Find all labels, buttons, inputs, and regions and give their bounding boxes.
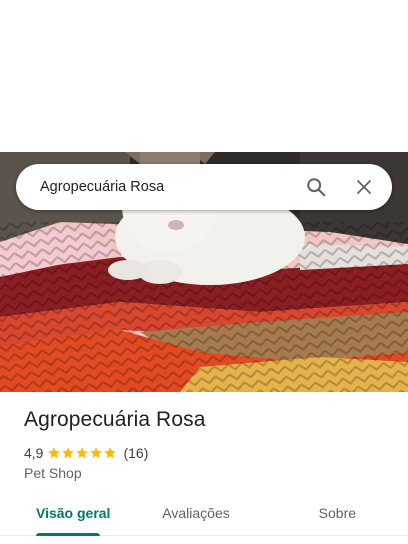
clear-search-button[interactable] [342, 165, 386, 209]
tab-overview[interactable]: Visão geral [0, 490, 143, 536]
rating-row[interactable]: 4,9 (16) [24, 444, 148, 462]
review-count: (16) [123, 445, 149, 461]
close-icon [357, 180, 371, 194]
star-icon [48, 447, 61, 459]
star-rating [47, 446, 117, 460]
place-tabs: Visão geral Avaliações Sobre [0, 490, 408, 536]
star-icon [76, 447, 89, 459]
search-input[interactable] [40, 179, 294, 195]
rating-value: 4,9 [24, 445, 44, 461]
star-icon [104, 447, 117, 459]
search-button[interactable] [294, 165, 338, 209]
place-name: Agropecuária Rosa [24, 408, 206, 431]
place-category[interactable]: Pet Shop [24, 465, 82, 481]
tab-reviews-label: Avaliações [162, 504, 230, 521]
map-blank-area [0, 0, 408, 152]
active-tab-indicator [36, 533, 100, 536]
tab-overview-label: Visão geral [36, 504, 111, 521]
tab-about-label: Sobre [318, 504, 357, 521]
search-bar[interactable] [16, 164, 392, 210]
tab-reviews[interactable]: Avaliações [143, 490, 250, 535]
search-icon [307, 178, 326, 197]
star-icon [90, 447, 103, 459]
tab-about[interactable]: Sobre [249, 490, 408, 535]
star-icon [62, 447, 75, 459]
